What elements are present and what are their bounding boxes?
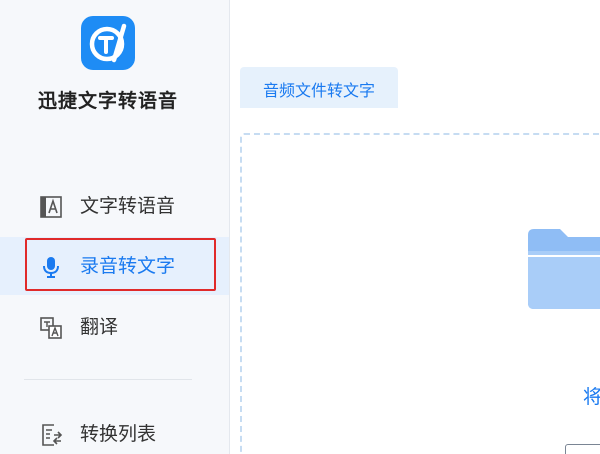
tab-audio-to-text[interactable]: 音频文件转文字 — [240, 67, 398, 108]
sidebar-item-record-to-text[interactable]: 录音转文字 — [0, 237, 229, 295]
sidebar-item-label: 文字转语音 — [80, 195, 176, 217]
sidebar: 迅捷文字转语音 文字转语音 录音转文字 翻译 转换列表 — [0, 0, 230, 454]
app-logo — [81, 16, 135, 70]
translate-icon — [39, 316, 63, 340]
sidebar-item-label: 翻译 — [80, 316, 119, 338]
select-file-button[interactable] — [565, 444, 600, 454]
tab-label: 音频文件转文字 — [262, 81, 375, 100]
sidebar-item-label: 录音转文字 — [80, 255, 176, 277]
drop-hint-text: 将 — [583, 386, 600, 408]
sidebar-item-conversion-list[interactable]: 转换列表 — [0, 405, 229, 454]
sidebar-item-translate[interactable]: 翻译 — [0, 298, 229, 356]
microphone-icon — [39, 255, 63, 279]
sidebar-item-text-to-speech[interactable]: 文字转语音 — [0, 177, 229, 235]
text-a-icon — [39, 195, 63, 219]
conversion-list-icon — [39, 423, 63, 447]
logo-icon — [89, 23, 127, 63]
folder-icon — [528, 229, 600, 309]
main-panel: 音频文件转文字 将 — [230, 0, 600, 454]
sidebar-item-label: 转换列表 — [80, 423, 157, 445]
sidebar-divider — [24, 379, 192, 380]
app-window: 迅捷文字转语音 文字转语音 录音转文字 翻译 转换列表 音频文件转文字 将 — [0, 0, 600, 454]
app-title: 迅捷文字转语音 — [37, 90, 178, 112]
